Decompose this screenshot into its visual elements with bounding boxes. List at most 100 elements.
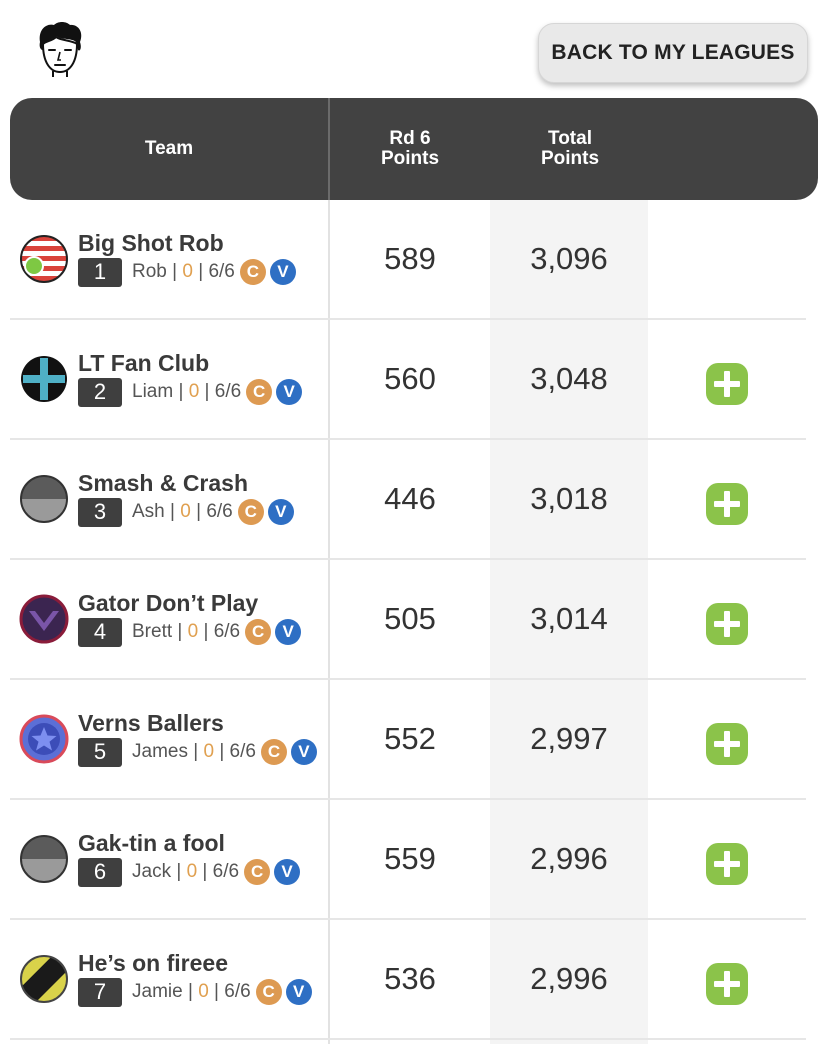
table-row[interactable]: Verns Ballers 5 James | 0 | 6/6 C V 552 2,997 (10, 680, 806, 800)
captain-badge: C (244, 859, 271, 885)
captain-badge: C (245, 619, 272, 645)
round-header-line1: Rd 6 (389, 128, 431, 149)
team-logo-icon (19, 714, 69, 764)
rank-badge: 3 (78, 497, 122, 527)
column-header-team[interactable]: Team (10, 98, 328, 200)
rank-badge: 5 (78, 737, 122, 767)
manager-info: James | 0 | 6/6 (132, 741, 256, 762)
team-name[interactable]: Verns Ballers (78, 710, 224, 737)
rank-badge: 4 (78, 617, 122, 647)
round-points: 552 (384, 721, 436, 756)
team-name[interactable]: LT Fan Club (78, 350, 209, 377)
captain-badge: C (239, 259, 266, 285)
team-name[interactable]: Big Shot Rob (78, 230, 224, 257)
add-team-button[interactable] (706, 363, 748, 405)
picks-count: 6/6 (208, 261, 235, 282)
team-meta: 1 Rob | 0 | 6/6 C V (78, 257, 296, 287)
table-header: Team Rd 6 Points Total Points (10, 98, 818, 200)
manager-name: Rob (132, 261, 167, 282)
manager-name: Brett (132, 621, 173, 642)
back-to-my-leagues-button[interactable]: BACK TO MY LEAGUES (538, 23, 808, 83)
team-logo-icon (19, 954, 69, 1004)
total-header-line1: Total (548, 128, 592, 149)
manager-info: Liam | 0 | 6/6 (132, 381, 242, 402)
total-points: 2,996 (530, 961, 608, 996)
team-name[interactable]: Gak-tin a fool (78, 830, 225, 857)
table-row[interactable]: Smash & Crash 3 Ash | 0 | 6/6 C V 446 3,018 (10, 440, 806, 560)
column-header-total-points[interactable]: Total Points (490, 98, 650, 200)
team-name[interactable]: Gator Don’t Play (78, 590, 258, 617)
captain-badge: C (237, 499, 264, 525)
captain-badge: C (246, 379, 273, 405)
team-meta: 6 Jack | 0 | 6/6 C V (78, 857, 301, 887)
table-row[interactable]: He’s on fireee 7 Jamie | 0 | 6/6 C V 536 2,996 (10, 920, 806, 1040)
manager-name: James (132, 741, 188, 762)
manager-name: Jamie (132, 981, 183, 1002)
user-avatar-icon[interactable] (32, 20, 88, 78)
total-points: 3,048 (530, 361, 608, 396)
team-name[interactable]: He’s on fireee (78, 950, 228, 977)
team-meta: 2 Liam | 0 | 6/6 C V (78, 377, 303, 407)
round-points: 560 (384, 361, 436, 396)
table-row[interactable]: Big Shot Rob 1 Rob | 0 | 6/6 C V 589 3,096 (10, 200, 806, 320)
leaderboard-list: Big Shot Rob 1 Rob | 0 | 6/6 C V 589 3,096 LT F… (10, 200, 806, 1044)
total-points: 3,014 (530, 601, 608, 636)
manager-name: Liam (132, 381, 174, 402)
picks-count: 6/6 (229, 741, 256, 762)
add-team-button[interactable] (706, 963, 748, 1005)
vice-captain-badge: V (267, 499, 294, 525)
captain-badge: C (260, 739, 287, 765)
add-team-button[interactable] (706, 723, 748, 765)
team-logo-icon (19, 354, 69, 404)
picks-count: 6/6 (224, 981, 251, 1002)
manager-info: Jamie | 0 | 6/6 (132, 981, 251, 1002)
picks-count: 6/6 (206, 501, 233, 522)
total-points: 2,997 (530, 721, 608, 756)
manager-info: Ash | 0 | 6/6 (132, 501, 233, 522)
add-team-button[interactable] (706, 843, 748, 885)
team-meta: 3 Ash | 0 | 6/6 C V (78, 497, 294, 527)
trades-count: 0 (180, 501, 191, 522)
add-team-button[interactable] (706, 483, 748, 525)
picks-count: 6/6 (214, 381, 242, 402)
add-team-button[interactable] (706, 603, 748, 645)
picks-count: 6/6 (212, 861, 240, 882)
rank-badge: 1 (78, 257, 122, 287)
rank-badge: 7 (78, 977, 122, 1007)
team-meta: 5 James | 0 | 6/6 C V (78, 737, 317, 767)
team-logo-icon (19, 594, 69, 644)
picks-count: 6/6 (213, 621, 241, 642)
vice-captain-badge: V (290, 739, 317, 765)
team-meta: 7 Jamie | 0 | 6/6 C V (78, 977, 312, 1007)
manager-info: Brett | 0 | 6/6 (132, 621, 241, 642)
captain-badge: C (255, 979, 282, 1005)
vice-captain-badge: V (285, 979, 312, 1005)
table-row[interactable]: Gak-tin a fool 6 Jack | 0 | 6/6 C V 559 2,996 (10, 800, 806, 920)
manager-name: Jack (132, 861, 172, 882)
table-row[interactable]: Gator Don’t Play 4 Brett | 0 | 6/6 C V 505 3,0… (10, 560, 806, 680)
round-points: 446 (384, 481, 436, 516)
total-points: 3,096 (530, 241, 608, 276)
team-logo-icon (19, 834, 69, 884)
trades-count: 0 (188, 381, 200, 402)
rank-badge: 2 (78, 377, 122, 407)
team-logo-icon (19, 474, 69, 524)
table-row[interactable]: LT Fan Club 2 Liam | 0 | 6/6 C V 560 3,048 (10, 320, 806, 440)
column-header-round-points[interactable]: Rd 6 Points (330, 98, 490, 200)
round-points: 589 (384, 241, 436, 276)
vice-captain-badge: V (275, 619, 302, 645)
round-points: 505 (384, 601, 436, 636)
round-header-line2: Points (380, 148, 440, 169)
manager-info: Jack | 0 | 6/6 (132, 861, 240, 882)
vice-captain-badge: V (269, 259, 296, 285)
vice-captain-badge: V (274, 859, 301, 885)
manager-info: Rob | 0 | 6/6 (132, 261, 235, 282)
trades-count: 0 (187, 621, 199, 642)
trades-count: 0 (186, 861, 198, 882)
total-header-line2: Points (540, 148, 600, 169)
manager-name: Ash (132, 501, 165, 522)
team-meta: 4 Brett | 0 | 6/6 C V (78, 617, 302, 647)
team-name[interactable]: Smash & Crash (78, 470, 248, 497)
trades-count: 0 (203, 741, 215, 762)
trades-count: 0 (198, 981, 209, 1002)
